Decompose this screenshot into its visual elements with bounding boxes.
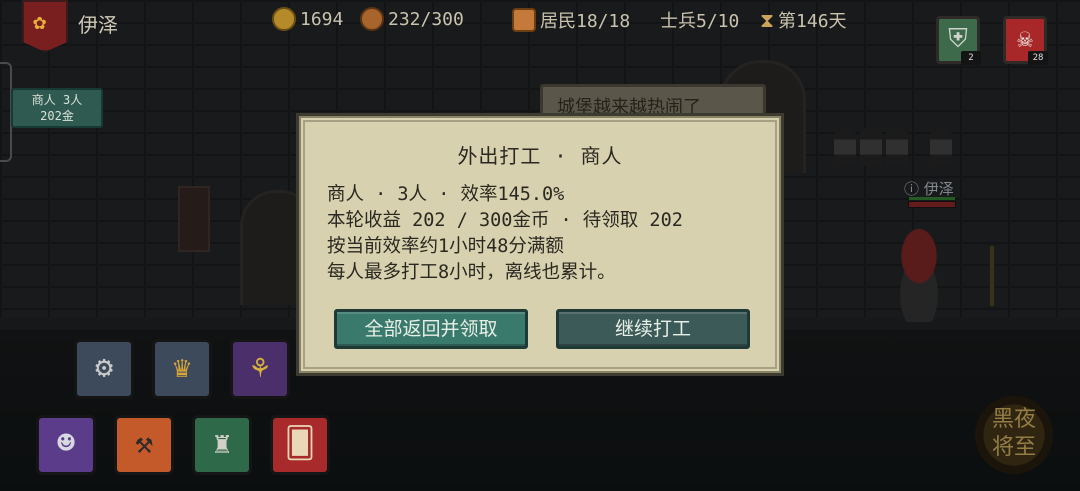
gear-icon: ⚙ bbox=[94, 350, 114, 385]
player-name: 伊泽 bbox=[78, 13, 118, 37]
day-value: 第146天 bbox=[778, 11, 847, 32]
residents-counter: 居民18/18 bbox=[512, 7, 630, 33]
cards-button[interactable]: 🂠 bbox=[270, 415, 330, 475]
skull-count: 28 bbox=[1028, 51, 1048, 65]
skull-button[interactable]: ☠ 28 bbox=[1003, 16, 1048, 65]
resident-icon bbox=[512, 8, 536, 32]
work-dialog: 外出打工 · 商人 商人 · 3人 · 效率145.0% 本轮收益 202 / … bbox=[296, 113, 784, 376]
worker-badge-line2: 202金 bbox=[40, 109, 74, 123]
tower-icon: ♜ bbox=[212, 426, 232, 461]
worker-badge-line1: 商人 3人 bbox=[31, 93, 83, 107]
soldiers-counter: 士兵5/10 bbox=[660, 7, 739, 33]
worker-status-badge[interactable]: 商人 3人 202金 bbox=[11, 88, 103, 128]
knight-helmet-icon: ⛨ bbox=[948, 24, 968, 54]
dialog-line-summary: 商人 · 3人 · 效率145.0% bbox=[327, 184, 565, 205]
gold-value: 1694 bbox=[300, 8, 344, 30]
return-and-claim-button[interactable]: 全部返回并领取 bbox=[334, 309, 528, 349]
top-bar: 伊泽 1694 232/300 居民18/18 士兵5/10 ⧗ 第146天 ⛨… bbox=[0, 0, 1080, 65]
day-counter: ⧗ 第146天 bbox=[760, 7, 847, 33]
settings-button[interactable]: ⚙ bbox=[74, 339, 134, 399]
gold-counter: 1694 bbox=[272, 7, 343, 31]
forge-button[interactable]: ⚒ bbox=[114, 415, 174, 475]
dialog-line-earnings: 本轮收益 202 / 300金币 · 待领取 202 bbox=[327, 210, 683, 231]
cards-icon: 🂠 bbox=[284, 426, 316, 461]
dialog-line-rule: 每人最多打工8小时，离线也累计。 bbox=[327, 262, 616, 283]
kingdom-flag-icon[interactable] bbox=[22, 0, 68, 52]
hourglass-icon: ⧗ bbox=[760, 8, 775, 32]
skill-tree-button[interactable]: ⚘ bbox=[230, 339, 290, 399]
crown-icon: ♛ bbox=[172, 350, 192, 385]
gold-coin-icon bbox=[272, 7, 296, 31]
dialog-body: 商人 · 3人 · 效率145.0% 本轮收益 202 / 300金币 · 待领… bbox=[327, 182, 683, 286]
bread-icon bbox=[360, 7, 384, 31]
people-icon: ☻ bbox=[56, 426, 76, 461]
crown-button[interactable]: ♛ bbox=[152, 339, 212, 399]
skill-tree-icon: ⚘ bbox=[250, 350, 270, 385]
residents-button[interactable]: ☻ bbox=[36, 415, 96, 475]
continue-working-button[interactable]: 继续打工 bbox=[556, 309, 750, 349]
food-counter: 232/300 bbox=[360, 7, 464, 31]
soldiers-value: 士兵5/10 bbox=[660, 11, 740, 32]
dialog-title: 外出打工 · 商人 bbox=[457, 144, 623, 168]
knight-helmet-button[interactable]: ⛨ 2 bbox=[936, 16, 981, 65]
residents-value: 居民18/18 bbox=[540, 11, 631, 32]
tower-button[interactable]: ♜ bbox=[192, 415, 252, 475]
knight-count: 2 bbox=[961, 51, 981, 65]
food-value: 232/300 bbox=[388, 8, 464, 30]
hammer-anvil-icon: ⚒ bbox=[134, 426, 154, 461]
dialog-line-eta: 按当前效率约1小时48分满额 bbox=[327, 236, 564, 257]
skull-icon: ☠ bbox=[1017, 24, 1033, 54]
